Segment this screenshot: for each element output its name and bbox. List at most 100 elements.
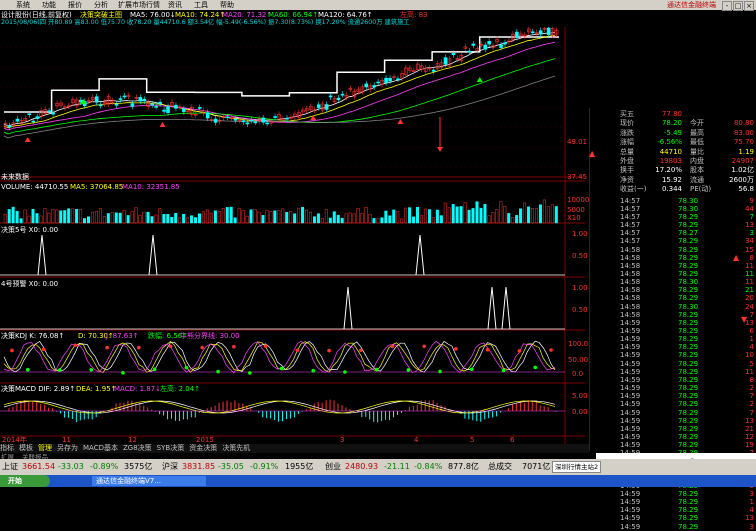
tick-volume: 13 [745,221,754,230]
volume-bar [297,208,301,224]
kdj-marker-icon [343,370,347,374]
menu-item-help[interactable]: 帮助 [220,0,234,10]
quote-row: 现价 78.20 今开 80.80 [620,119,756,128]
menu-item-news[interactable]: 资讯 [168,0,182,10]
candle-body [118,98,123,100]
candle-body [213,118,218,123]
candle-body [205,112,210,119]
tick-time: 14:58 [620,245,641,254]
sig2-axis-1: 1.00 [572,284,588,292]
volume-bar [277,210,281,224]
kline-chart-area[interactable] [0,27,589,444]
signal1-spike [148,234,158,276]
candle-body [324,104,329,110]
hs-amount: 1955亿 [285,462,314,471]
minimize-icon[interactable]: - [722,1,732,11]
tab-first[interactable]: 决策先机 [222,444,250,452]
tick-row: 14:57 78.29 7 [620,213,756,221]
candle-body [503,42,507,45]
kdj-marker-icon [57,368,62,372]
volume-bar [83,218,87,224]
volume-bar [114,212,118,224]
tab-syb[interactable]: SYB决策 [157,444,185,452]
tick-row: 14:59 78.29 19 [620,441,756,449]
total-label: 总成交 [488,462,512,471]
volume-bar [459,206,463,224]
ma60-label: MA60: 66.94↑ [268,11,319,19]
price-axis-mid: 49.01 [567,138,588,146]
menu-item-tools[interactable]: 工具 [194,0,208,10]
quote-row: 外盘 19803 内盘 24907 [620,157,756,166]
tick-row: 14:59 78.29 2 [620,400,756,408]
candle-body [530,31,535,34]
menu-item-system[interactable]: 系统 [16,0,30,10]
volume-bar [392,209,396,224]
volume-bar [3,213,7,224]
tick-row: 14:59 78.29 11 [620,368,756,376]
menu-item-function[interactable]: 功能 [42,0,56,10]
tab-manage[interactable]: 管理 [38,444,52,452]
volume-bar [71,208,75,224]
close-icon[interactable]: × [744,1,754,11]
tick-time: 14:57 [620,204,641,213]
candle-body [483,44,487,50]
tick-time: 14:58 [620,278,641,287]
sig1-axis-2: 0.50 [572,252,588,260]
tick-price: 78.29 [678,269,699,278]
quote-value: 19803 [659,157,682,165]
volume-bar [519,208,523,224]
tick-price: 78.29 [678,294,699,303]
quote-label: 流通 [690,175,704,184]
menu-item-analysis[interactable]: 分析 [94,0,108,10]
tab-zg8[interactable]: ZG8决策 [123,444,152,452]
kdj-line [3,340,556,373]
kdj-marker-icon [216,369,220,374]
price-axis-low: 37.45 [567,173,588,181]
taskbar-app[interactable]: 通达信金融终端V7... [92,476,206,486]
volume-bar [98,208,102,224]
menu-item-quote[interactable]: 报价 [68,0,82,10]
volume-bar [356,207,360,224]
volume-bar [384,210,388,224]
kdj-line: 牛熊分界线: 30.00 [180,332,240,340]
tick-time: 14:59 [620,514,641,523]
macd-value: MACD: 1.87↓ [114,385,162,393]
volume-bar [110,212,114,224]
signal1-panel [0,234,565,276]
menu-item-ext-market[interactable]: 扩展市场行情 [118,0,160,10]
maximize-icon[interactable]: □ [733,1,743,11]
vol-axis-3: X10 [567,214,581,222]
tick-row: 14:59 78.29 7 [620,392,756,400]
kdj-marker-icon [89,367,94,372]
tick-time: 14:59 [620,327,641,335]
tab-save-as[interactable]: 另存为 [57,444,78,452]
signal1-spike [415,234,425,276]
tick-row: 14:59 78.29 21 [620,425,756,433]
volume-bar [158,208,162,224]
tab-indicator[interactable]: 指标 [0,444,14,452]
volume-bar [527,206,531,224]
volume-bar [447,207,451,224]
start-button[interactable]: 开始 [0,475,50,487]
volume-bar [455,206,459,224]
volume-bar [439,215,443,224]
tick-time: 14:59 [620,506,641,515]
tick-volume: 3 [749,522,754,531]
tick-row: 14:57 78.29 34 [620,237,756,245]
volume-bar [336,214,340,224]
tab-macd-basic[interactable]: MACD基本 [83,444,118,452]
kdj-marker-icon [501,368,506,373]
tick-row: 14:59 78.29 13 [620,514,756,522]
candle-body [340,93,345,96]
kdj-marker-icon [263,344,268,349]
kdj-axis-3: 0.0 [572,370,584,378]
tick-volume: 11 [745,278,754,287]
tab-template[interactable]: 模板 [19,444,33,452]
volume-bar [170,216,174,224]
tick-price: 78.29 [678,261,699,270]
hs-value: 3831.85 [182,462,216,471]
tab-fund[interactable]: 资金决策 [189,444,217,452]
server-status[interactable]: 深圳行情主站2 [552,461,602,473]
volume-bar [431,217,435,224]
volume-bar [23,209,27,224]
